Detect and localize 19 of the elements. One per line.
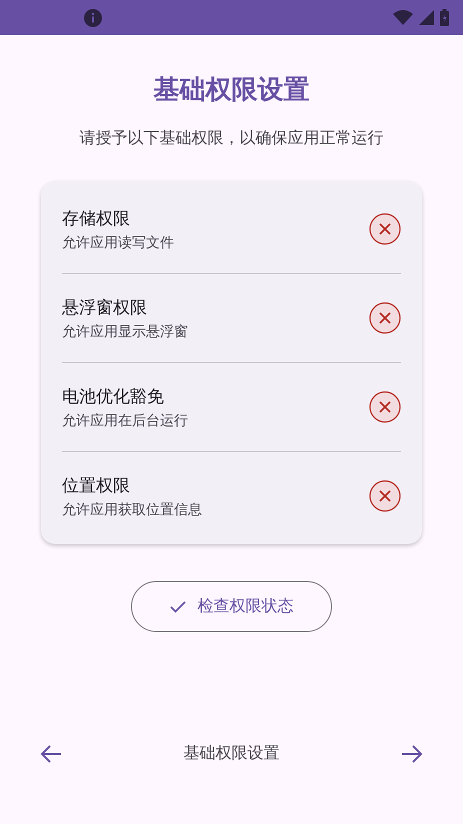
page-subtitle: 请授予以下基础权限，以确保应用正常运行 <box>78 127 384 149</box>
forward-arrow-button[interactable] <box>401 744 423 762</box>
permission-description: 允许应用获取位置信息 <box>62 500 203 518</box>
check-icon <box>170 600 186 612</box>
battery-icon <box>440 9 449 26</box>
permission-description: 允许应用显示悬浮窗 <box>62 322 189 340</box>
nav-label: 基础权限设置 <box>184 743 280 764</box>
permission-name: 存储权限 <box>62 208 131 230</box>
permission-description: 允许应用在后台运行 <box>62 412 189 430</box>
permission-description: 允许应用读写文件 <box>62 234 175 252</box>
check-permissions-button[interactable]: 检查权限状态 <box>131 581 332 632</box>
wifi-icon <box>393 10 413 25</box>
permission-name: 电池优化豁免 <box>62 386 165 408</box>
permission-name: 位置权限 <box>62 474 131 496</box>
back-arrow-button[interactable] <box>40 744 62 762</box>
signal-icon <box>419 10 434 25</box>
page-title: 基础权限设置 <box>152 74 310 107</box>
info-icon <box>84 8 102 26</box>
permission-name: 悬浮窗权限 <box>62 296 148 318</box>
